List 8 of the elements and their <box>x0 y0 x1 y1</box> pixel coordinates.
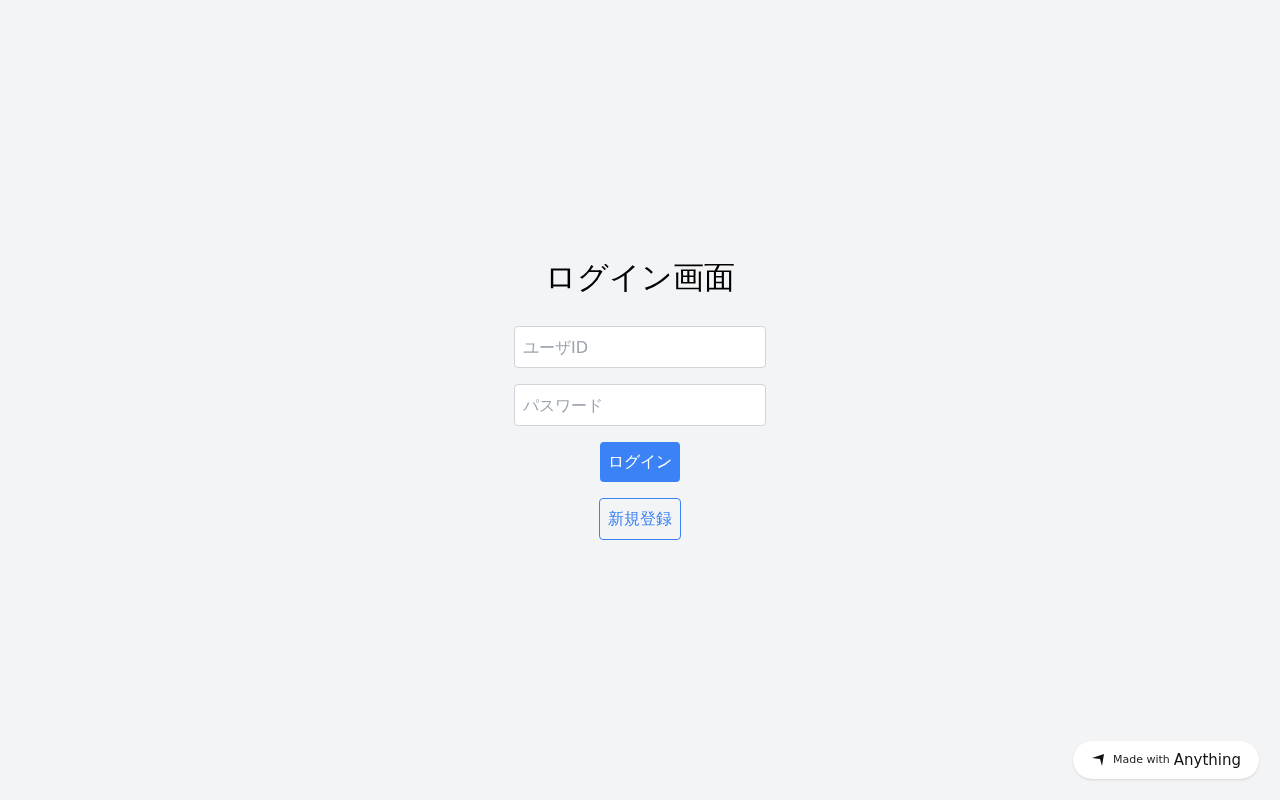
login-button[interactable]: ログイン <box>600 442 680 482</box>
input-field[interactable]: ユーザID <box>514 326 766 368</box>
made-with-badge[interactable]: Made with Anything <box>1072 741 1259 779</box>
brand-name: Anything <box>1173 749 1241 771</box>
page-title: ログイン画面 <box>545 258 735 297</box>
input-field[interactable]: パスワード <box>514 384 766 426</box>
register-button[interactable]: 新規登録 <box>599 498 681 540</box>
badge-text: Made with <box>1112 751 1170 768</box>
